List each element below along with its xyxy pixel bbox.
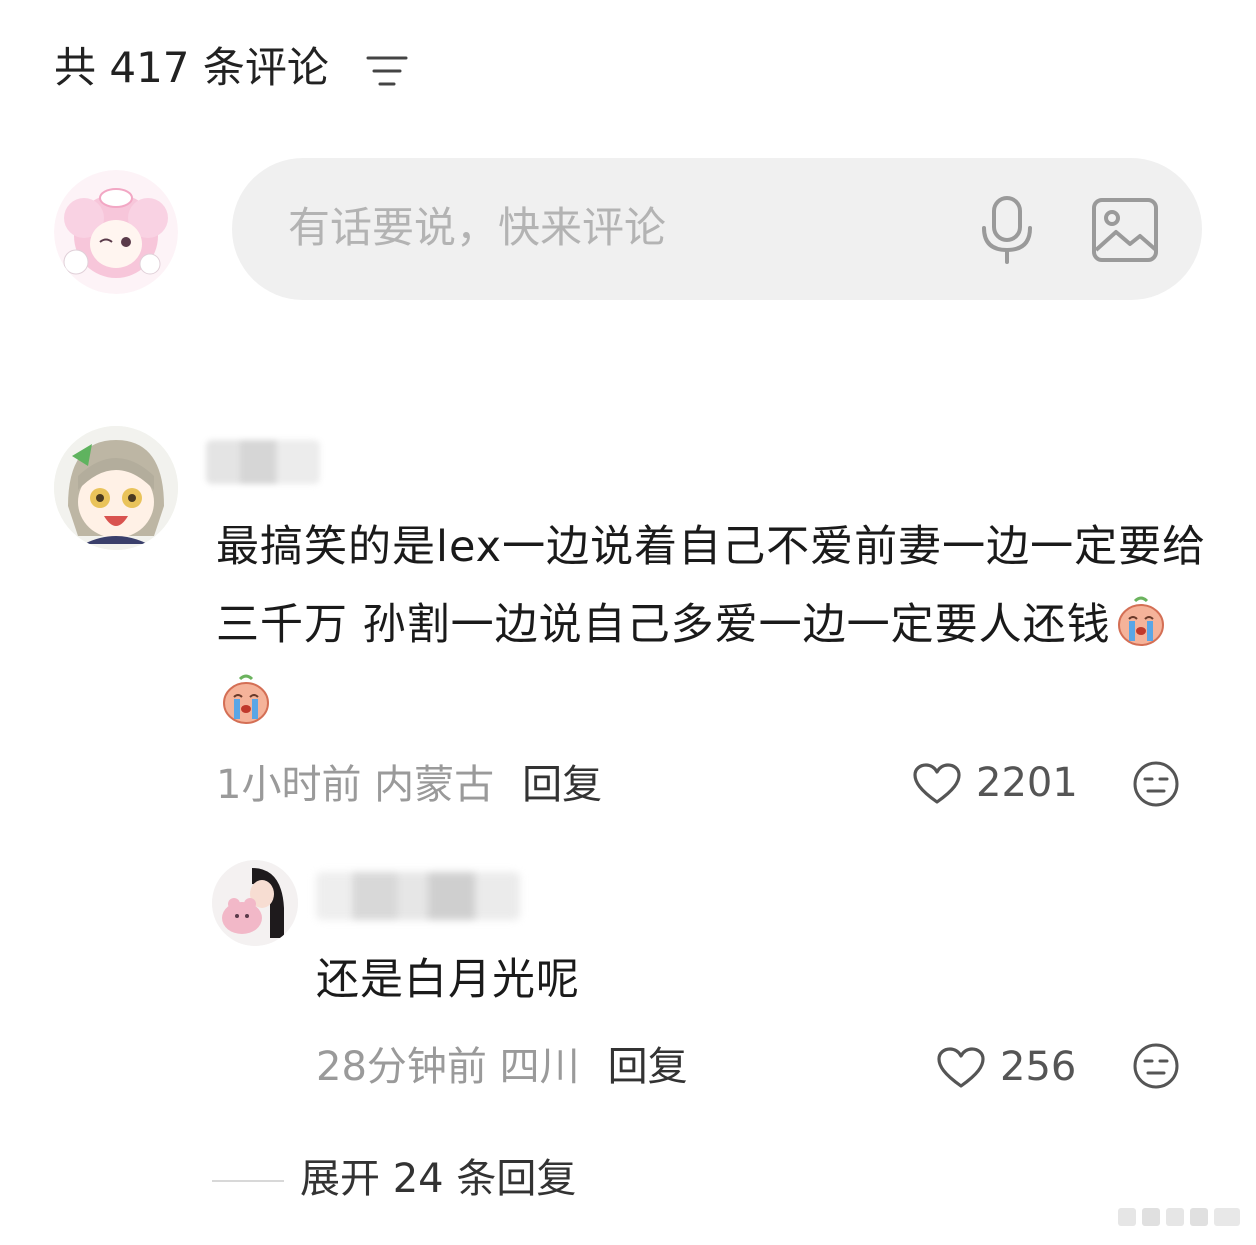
image-icon[interactable]: [1090, 196, 1160, 264]
crying-emoji-icon: [1117, 596, 1164, 646]
watermark-logo: [1118, 1208, 1240, 1226]
reply-like-count: 256: [1000, 1044, 1077, 1090]
replier-avatar[interactable]: [212, 860, 298, 946]
comment-input-bar[interactable]: 有话要说，快来评论: [232, 158, 1202, 300]
replier-username-blurred[interactable]: [316, 872, 520, 920]
comment-meta: 1小时前 内蒙古 回复: [216, 758, 602, 812]
commenter-username-blurred[interactable]: [206, 440, 320, 484]
expand-divider: [212, 1180, 284, 1182]
meh-face-icon[interactable]: [1132, 760, 1180, 808]
microphone-icon[interactable]: [976, 194, 1038, 266]
filter-icon[interactable]: [366, 54, 408, 88]
comment-body: 最搞笑的是lex一边说着自己不爱前妻一边一定要给三千万 孙割一边说自己多爱一边一…: [216, 508, 1216, 742]
expand-replies-button[interactable]: 展开 24 条回复: [300, 1152, 576, 1206]
reply-location: 四川: [499, 1044, 580, 1090]
heart-icon[interactable]: [912, 762, 962, 806]
meh-face-icon[interactable]: [1132, 1042, 1180, 1090]
reply-button[interactable]: 回复: [522, 762, 602, 808]
comment-text: 最搞笑的是lex一边说着自己不爱前妻一边一定要给三千万 孙割一边说自己多爱一边一…: [216, 522, 1207, 650]
reply-text: 还是白月光呢: [316, 955, 580, 1005]
heart-icon[interactable]: [936, 1046, 986, 1090]
like-count: 2201: [976, 760, 1078, 806]
reply-meta: 28分钟前 四川 回复: [316, 1040, 688, 1094]
comment-location: 内蒙古: [374, 762, 495, 808]
comments-count-title: 共 417 条评论: [54, 43, 329, 92]
reply-to-reply-button[interactable]: 回复: [608, 1044, 688, 1090]
current-user-avatar[interactable]: [54, 170, 178, 294]
commenter-avatar[interactable]: [54, 426, 178, 550]
reply-time: 28分钟前: [316, 1044, 487, 1090]
comment-input-placeholder[interactable]: 有话要说，快来评论: [288, 198, 666, 258]
comment-time: 1小时前: [216, 762, 362, 808]
crying-emoji-icon: [223, 674, 269, 724]
